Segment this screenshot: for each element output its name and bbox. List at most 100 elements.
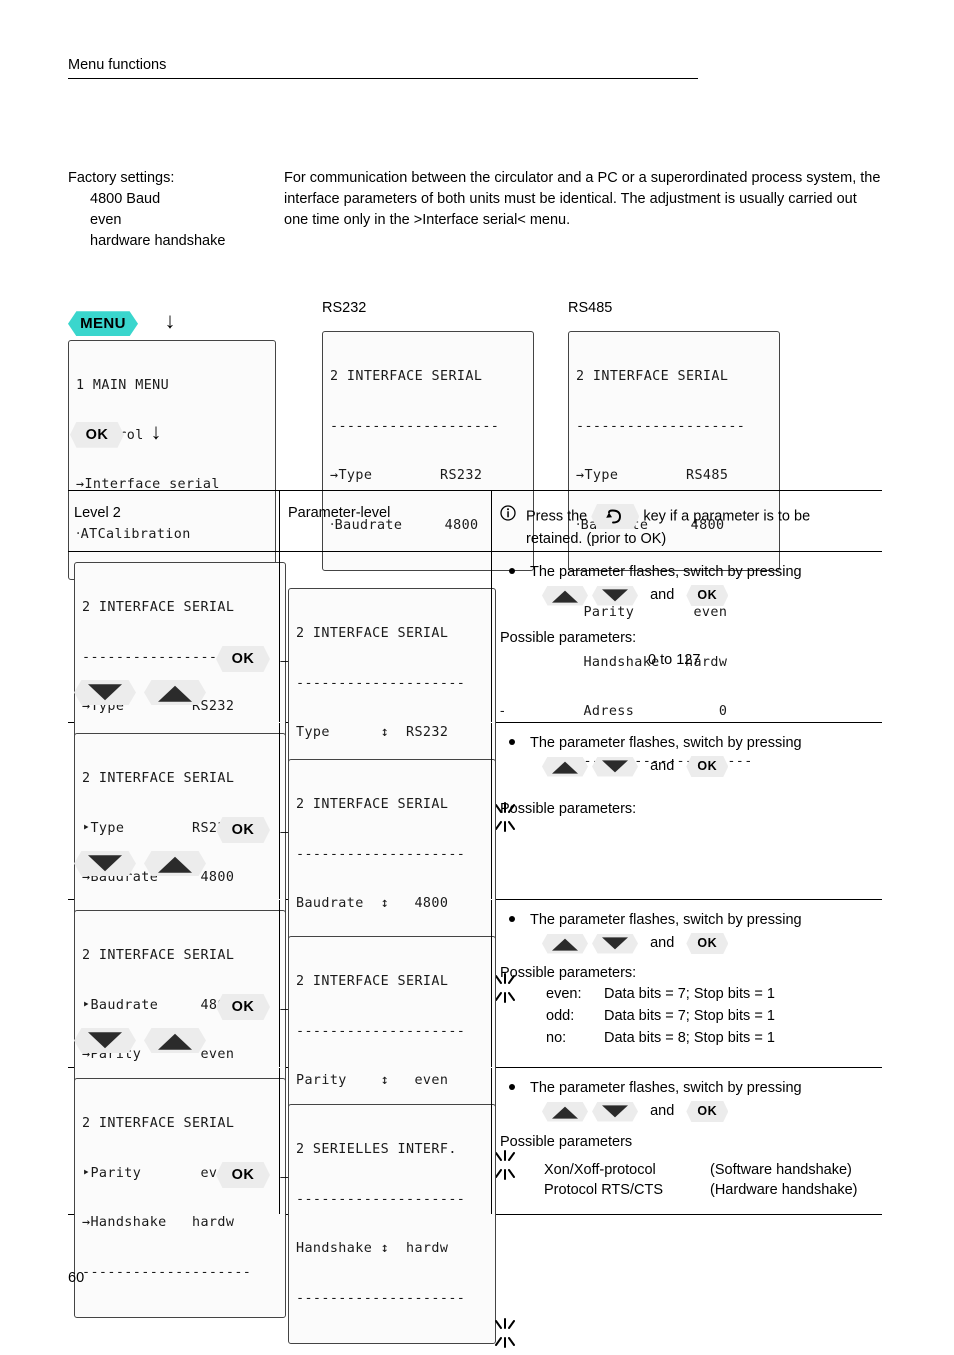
lcd-line: -------------------- bbox=[330, 418, 500, 434]
up-button[interactable] bbox=[542, 756, 588, 777]
updown-keys bbox=[74, 851, 206, 876]
ok-key-row: OK ↓ bbox=[70, 421, 161, 448]
header-cell-parameter: Parameter-level bbox=[279, 491, 489, 551]
ok-button[interactable]: OK bbox=[216, 994, 270, 1020]
up-button[interactable] bbox=[542, 1101, 588, 1122]
ok-button[interactable]: OK bbox=[216, 817, 270, 843]
table-row: 2 INTERFACE SERIAL ‣Baudrate 4800 →Parit… bbox=[68, 900, 882, 1180]
ok-button[interactable]: OK bbox=[216, 1162, 270, 1188]
page-header: Menu functions bbox=[68, 56, 698, 79]
up-button[interactable] bbox=[542, 585, 588, 606]
table-header-row: Level 2 Parameter-level Press the key if… bbox=[68, 491, 882, 552]
lcd-line: -------------------- bbox=[576, 418, 746, 434]
down-button[interactable] bbox=[74, 1028, 136, 1053]
keys-row: and OK bbox=[500, 756, 882, 777]
option-key: even: bbox=[546, 986, 582, 1002]
description-cell: The parameter flashes, switch by pressin… bbox=[491, 552, 882, 722]
down-button[interactable] bbox=[74, 851, 136, 876]
list-item: Xon/Xoff-protocol (Software handshake) bbox=[544, 1160, 882, 1180]
table-row: 2 INTERFACE SERIAL ‣Parity even →Handsha… bbox=[68, 1068, 882, 1348]
description-cell: The parameter flashes, switch by pressin… bbox=[491, 1068, 882, 1214]
down-button[interactable] bbox=[592, 1101, 639, 1122]
header-cell-note: Press the key if a parameter is to be re… bbox=[491, 491, 882, 551]
possible-parameters-label: Possible parameters: bbox=[500, 630, 637, 646]
lcd-line: 2 INTERFACE SERIAL bbox=[82, 600, 235, 615]
down-button[interactable] bbox=[74, 680, 136, 705]
ok-button[interactable]: OK bbox=[216, 646, 270, 672]
header-cell-level: Level 2 bbox=[68, 491, 284, 522]
possible-parameters-label: Possible parameters bbox=[500, 1134, 633, 1150]
header-rule bbox=[68, 78, 698, 79]
up-button[interactable] bbox=[542, 933, 588, 954]
down-button[interactable] bbox=[592, 585, 639, 606]
parameter-cell: 2 INTERFACE SERIAL -------------------- … bbox=[279, 552, 515, 832]
info-icon bbox=[500, 505, 516, 521]
ok-button[interactable]: OK bbox=[686, 933, 729, 954]
lcd-line: -------------------- bbox=[296, 1290, 466, 1306]
and-label: and bbox=[650, 587, 675, 604]
parameter-cell: 2 SERIELLES INTERF. --------------------… bbox=[279, 1068, 515, 1348]
flashing-indicator-icon bbox=[494, 1316, 516, 1350]
down-arrow-icon: ↓ bbox=[164, 308, 176, 333]
down-button[interactable] bbox=[592, 933, 639, 954]
possible-parameters-label: Possible parameters: bbox=[500, 965, 637, 981]
instruction-text: The parameter flashes, switch by pressin… bbox=[530, 735, 802, 751]
level2-cell: 2 INTERFACE SERIAL ‣Parity even →Handsha… bbox=[68, 1068, 297, 1318]
lcd-line: 2 SERIELLES INTERF. bbox=[296, 1142, 457, 1157]
instruction-line: The parameter flashes, switch by pressin… bbox=[500, 733, 882, 753]
down-arrow-icon: ↓ bbox=[150, 419, 162, 444]
table-row: 2 INTERFACE SERIAL ‣Type RS232 →Baudrate… bbox=[68, 723, 882, 1003]
retain-note: Press the key if a parameter is to be re… bbox=[500, 504, 882, 550]
parameter-table: Level 2 Parameter-level Press the key if… bbox=[68, 490, 882, 1348]
level2-display: 2 INTERFACE SERIAL ‣Parity even →Handsha… bbox=[74, 1078, 286, 1318]
lcd-line: 2 INTERFACE SERIAL bbox=[576, 369, 729, 384]
ok-button[interactable]: OK bbox=[686, 1101, 729, 1122]
column-header-parameter-level: Parameter-level bbox=[288, 505, 391, 521]
possible-parameters-value: 0 to 127 bbox=[648, 652, 701, 668]
up-button[interactable] bbox=[144, 680, 206, 705]
lcd-line: 2 INTERFACE SERIAL bbox=[82, 771, 235, 786]
protocol-desc: (Software handshake) bbox=[710, 1162, 852, 1178]
updown-keys bbox=[74, 680, 206, 705]
menu-key-row: MENU ↓ bbox=[68, 308, 176, 337]
list-item: no: Data bits = 8; Stop bits = 1 bbox=[546, 1027, 882, 1049]
bullet-icon bbox=[509, 916, 515, 922]
protocol-desc: (Hardware handshake) bbox=[710, 1182, 858, 1198]
note-text-line2: retained. (prior to OK) bbox=[526, 531, 667, 547]
option-desc: Data bits = 7; Stop bits = 1 bbox=[604, 986, 775, 1002]
lcd-line: →Type RS232 bbox=[330, 468, 483, 483]
option-key: odd: bbox=[546, 1008, 575, 1024]
list-item: odd: Data bits = 7; Stop bits = 1 bbox=[546, 1005, 882, 1027]
down-button[interactable] bbox=[592, 756, 639, 777]
ok-button[interactable]: OK bbox=[686, 585, 729, 606]
list-item: Protocol RTS/CTS (Hardware handshake) bbox=[544, 1180, 882, 1200]
lcd-line: 1 MAIN MENU bbox=[76, 378, 170, 393]
and-label: and bbox=[650, 935, 675, 952]
description-cell: The parameter flashes, switch by pressin… bbox=[491, 723, 882, 899]
ok-button[interactable]: OK bbox=[70, 421, 124, 448]
parameter-display: 2 SERIELLES INTERF. --------------------… bbox=[288, 1104, 496, 1344]
lcd-line: 2 INTERFACE SERIAL bbox=[296, 626, 449, 641]
rs232-label: RS232 bbox=[322, 300, 367, 316]
bullet-icon bbox=[509, 568, 515, 574]
lcd-line: Handshake ↕ hardw bbox=[296, 1241, 449, 1256]
possible-parameters-label: Possible parameters: bbox=[500, 801, 637, 817]
keys-row: and OK bbox=[500, 585, 882, 606]
lcd-line: 2 INTERFACE SERIAL bbox=[330, 369, 483, 384]
column-header-level2: Level 2 bbox=[74, 505, 121, 521]
page-number: 60 bbox=[68, 1270, 85, 1286]
factory-settings-block: Factory settings: 4800 Baud even hardwar… bbox=[68, 168, 278, 252]
and-label: and bbox=[650, 758, 675, 775]
lcd-line: 2 INTERFACE SERIAL bbox=[296, 974, 449, 989]
lcd-line: -------------------- bbox=[82, 1264, 252, 1280]
option-desc: Data bits = 7; Stop bits = 1 bbox=[604, 1008, 775, 1024]
ok-button[interactable]: OK bbox=[686, 756, 729, 777]
note-text-post: key if a parameter is to be bbox=[643, 508, 811, 525]
up-button[interactable] bbox=[144, 1028, 206, 1053]
menu-button[interactable]: MENU bbox=[68, 311, 138, 337]
keys-row: and OK bbox=[500, 1101, 882, 1122]
and-label: and bbox=[650, 1103, 675, 1120]
bullet-icon bbox=[509, 1084, 515, 1090]
up-button[interactable] bbox=[144, 851, 206, 876]
back-key-button[interactable] bbox=[591, 504, 640, 529]
